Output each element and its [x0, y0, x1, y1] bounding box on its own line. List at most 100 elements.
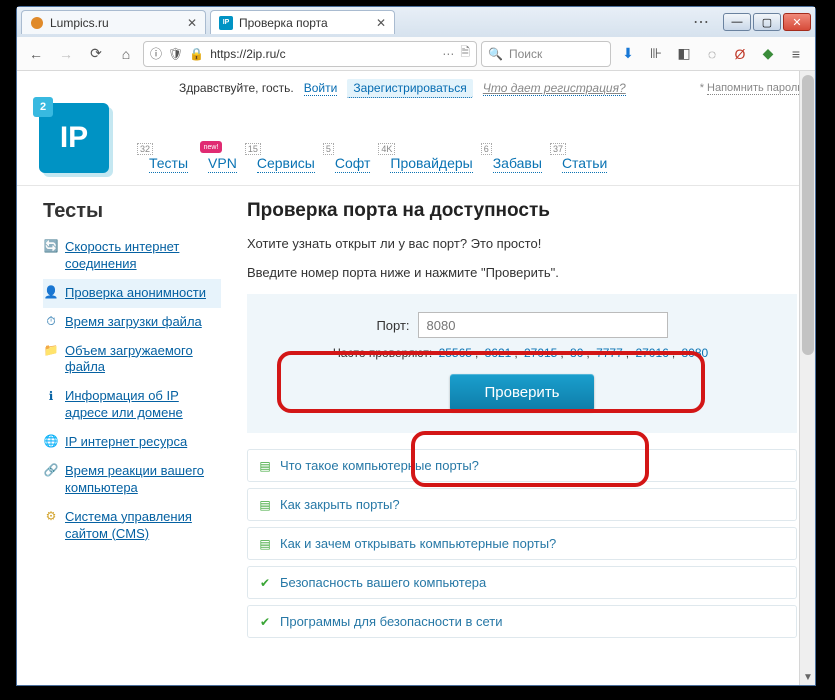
browser-window: Lumpics.ru ✕ IP Проверка порта ✕ ⋯ — ▢ ✕… — [16, 6, 816, 686]
maximize-button[interactable]: ▢ — [753, 13, 781, 31]
sidebar-item-label: IP интернет ресурса — [65, 434, 187, 449]
url-bar[interactable]: ⓘ 🛡 🔒 https://2ip.ru/c ⋯ 🗎 — [143, 41, 477, 67]
accordion-label: Как и зачем открывать компьютерные порты… — [280, 536, 556, 551]
nav-vpn[interactable]: new! VPN — [208, 155, 237, 173]
library-icon[interactable]: ⊪ — [647, 45, 665, 63]
close-icon[interactable]: ✕ — [376, 16, 386, 30]
check-icon: ✔ — [258, 615, 272, 629]
nav-sup: 6 — [481, 143, 492, 155]
sidebar-item-label: Проверка анонимности — [65, 285, 206, 300]
home-button[interactable]: ⌂ — [113, 41, 139, 67]
globe-icon: 🌐 — [43, 434, 59, 450]
forward-button[interactable]: → — [53, 41, 79, 67]
sidebar: Тесты 🔄Скорость интернет соединения 👤 Про… — [43, 200, 221, 644]
register-link[interactable]: Зарегистрироваться — [347, 79, 472, 98]
accordion-item[interactable]: ▤ Как закрыть порты? — [247, 488, 797, 521]
nav-label: Статьи — [562, 155, 607, 171]
page-title: Проверка порта на доступность — [247, 200, 797, 222]
sidebar-item-ping[interactable]: 🔗Время реакции вашего компьютера — [43, 457, 221, 503]
nav-soft[interactable]: 5 Софт — [335, 155, 371, 173]
nav-label: Сервисы — [257, 155, 315, 171]
nav-services[interactable]: 15 Сервисы — [257, 155, 315, 173]
sidebar-icon[interactable]: ◧ — [675, 45, 693, 63]
freq-port-link[interactable]: 8621 — [485, 346, 512, 360]
download-icon[interactable]: ⬇ — [619, 45, 637, 63]
nav-tests[interactable]: 32 Тесты — [149, 155, 188, 173]
back-button[interactable]: ← — [23, 41, 49, 67]
clock-icon: ⏱ — [43, 314, 59, 330]
port-input[interactable] — [418, 312, 668, 338]
remind-password-link[interactable]: Напомнить пароль — [707, 82, 803, 95]
accordion-label: Что такое компьютерные порты? — [280, 458, 479, 473]
minimize-button[interactable]: — — [723, 13, 751, 31]
site-logo[interactable]: 2 IP — [39, 103, 123, 173]
nav-label: Забавы — [493, 155, 542, 171]
freq-port-link[interactable]: 8080 — [681, 346, 708, 360]
scrollbar[interactable]: ▲ ▼ — [799, 71, 815, 685]
window-close-button[interactable]: ✕ — [783, 13, 811, 31]
accordion-item[interactable]: ✔ Безопасность вашего компьютера — [247, 566, 797, 599]
what-gives-link[interactable]: Что дает регистрация? — [483, 81, 626, 96]
logo-text: IP — [60, 121, 88, 155]
nav-label: Тесты — [149, 155, 188, 171]
sidebar-heading: Тесты — [43, 200, 221, 223]
user-icon: 👤 — [43, 285, 59, 301]
ip-icon: ℹ — [43, 388, 59, 404]
accordion-item[interactable]: ▤ Как и зачем открывать компьютерные пор… — [247, 527, 797, 560]
url-text: https://2ip.ru/c — [210, 47, 285, 61]
favicon-icon — [30, 16, 44, 30]
toolbar-icons: ⬇ ⊪ ◧ ◌ Ø ◆ ≡ — [615, 45, 809, 63]
logo-square: 2 — [33, 97, 53, 117]
freq-port-link[interactable]: 25565 — [439, 346, 472, 360]
nav-sup: 5 — [323, 143, 334, 155]
freq-port-link[interactable]: 27016 — [635, 346, 668, 360]
sidebar-item-speed[interactable]: 🔄Скорость интернет соединения — [43, 233, 221, 279]
site-header: 2 IP 32 Тесты new! VPN 15 Сервисы — [17, 99, 815, 186]
sidebar-item-anon[interactable]: 👤 Проверка анонимности — [43, 279, 221, 308]
sidebar-item-ipinfo[interactable]: ℹИнформация об IP адресе или домене — [43, 382, 221, 428]
lock-icon: 🔒 — [189, 47, 204, 61]
search-placeholder: Поиск — [509, 47, 542, 61]
close-icon[interactable]: ✕ — [187, 16, 197, 30]
scroll-down-icon[interactable]: ▼ — [800, 669, 815, 685]
greeting-text: Здравствуйте, гость. — [179, 81, 294, 95]
nav-sup: 4K — [378, 143, 395, 155]
nav-bar: ← → ⟳ ⌂ ⓘ 🛡 🔒 https://2ip.ru/c ⋯ 🗎 🔍 Пои… — [17, 37, 815, 71]
accordion-label: Программы для безопасности в сети — [280, 614, 503, 629]
check-button[interactable]: Проверить — [450, 374, 593, 411]
freq-port-link[interactable]: 80 — [570, 346, 583, 360]
reload-button[interactable]: ⟳ — [83, 41, 109, 67]
browser-tab-2ip[interactable]: IP Проверка порта ✕ — [210, 10, 395, 34]
sidebar-item-cms[interactable]: ⚙Система управления сайтом (CMS) — [43, 503, 221, 549]
accordion-item[interactable]: ▤ Что такое компьютерные порты? — [247, 449, 797, 482]
remind-wrap: * Напомнить пароль — [700, 82, 803, 94]
extension-icon[interactable]: ◆ — [759, 45, 777, 63]
gear-icon: ⚙ — [43, 509, 59, 525]
login-link[interactable]: Войти — [304, 81, 338, 96]
nav-fun[interactable]: 6 Забавы — [493, 155, 542, 173]
check-icon: ✔ — [258, 576, 272, 590]
freq-port-link[interactable]: 7777 — [596, 346, 623, 360]
sidebar-item-loadtime[interactable]: ⏱Время загрузки файла — [43, 308, 221, 337]
tab-overflow-icon[interactable]: ⋯ — [685, 12, 717, 32]
file-icon: 📁 — [43, 343, 59, 359]
shield-icon[interactable]: 🛡 — [168, 47, 183, 61]
scroll-thumb[interactable] — [802, 75, 814, 355]
sync-icon[interactable]: ◌ — [703, 45, 721, 63]
browser-tab-lumpics[interactable]: Lumpics.ru ✕ — [21, 10, 206, 34]
nav-providers[interactable]: 4K Провайдеры — [390, 155, 472, 173]
sidebar-item-siteip[interactable]: 🌐 IP интернет ресурса — [43, 428, 221, 457]
doc-icon: ▤ — [258, 537, 272, 551]
noscript-icon[interactable]: Ø — [731, 45, 749, 63]
menu-icon[interactable]: ≡ — [787, 45, 805, 63]
search-bar[interactable]: 🔍 Поиск — [481, 41, 611, 67]
user-top-bar: Здравствуйте, гость. Войти Зарегистриров… — [167, 71, 815, 99]
refresh-icon: 🔄 — [43, 239, 59, 255]
accordion-item[interactable]: ✔ Программы для безопасности в сети — [247, 605, 797, 638]
sidebar-item-filesize[interactable]: 📁Объем загружаемого файла — [43, 337, 221, 383]
freq-port-link[interactable]: 27015 — [524, 346, 557, 360]
info-icon[interactable]: ⓘ — [150, 45, 162, 62]
reader-icon[interactable]: 🗎 — [460, 43, 470, 64]
nav-label: Провайдеры — [390, 155, 472, 171]
nav-articles[interactable]: 37 Статьи — [562, 155, 607, 173]
